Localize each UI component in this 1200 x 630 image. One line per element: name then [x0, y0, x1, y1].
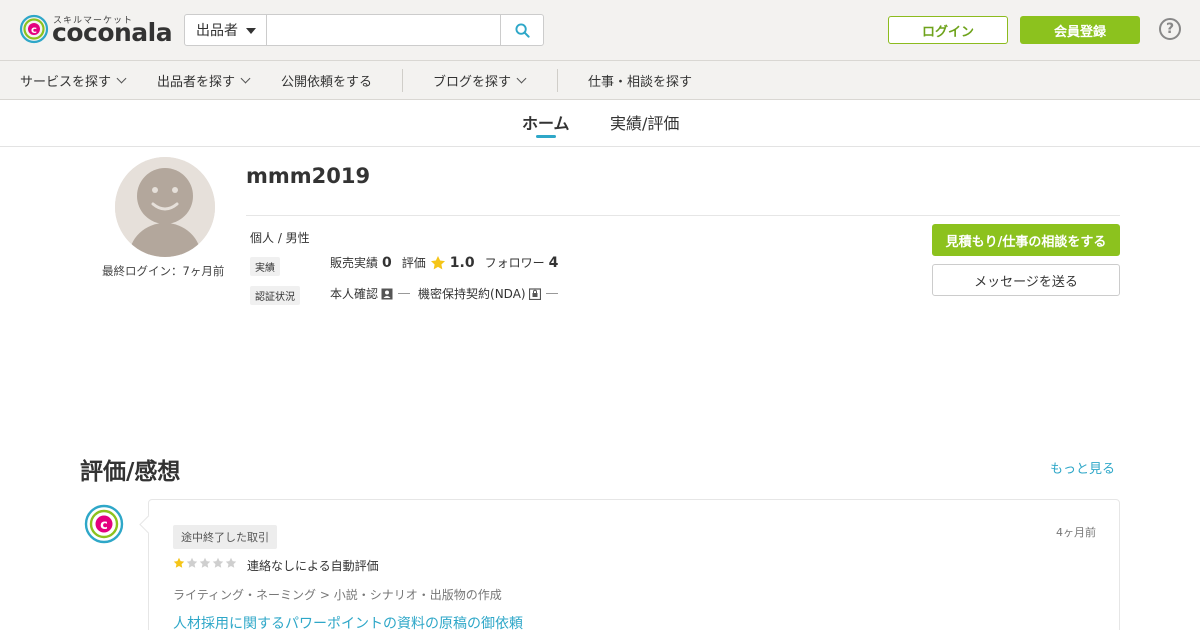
login-button[interactable]: ログイン	[888, 16, 1008, 44]
id-card-icon	[381, 288, 393, 299]
nav-item-jobs[interactable]: 仕事・相談を探す	[588, 61, 692, 100]
star-empty-icon	[199, 557, 211, 568]
last-login: 最終ログイン：7ヶ月前	[102, 264, 225, 278]
svg-text:c: c	[31, 25, 37, 36]
send-message-button[interactable]: メッセージを送る	[932, 264, 1120, 296]
lock-icon	[528, 287, 541, 300]
search-icon	[514, 22, 530, 38]
nav-item-sellers[interactable]: 出品者を探す	[157, 61, 251, 100]
reviewer-logo-icon: c	[84, 504, 124, 544]
rating-value: 1.0	[449, 254, 475, 271]
chevron-down-icon	[240, 73, 251, 84]
site-header: c スキルマーケット coconala 出品者 ログイン 会員登録 ?	[0, 0, 1200, 61]
review-card: 途中終了した取引 4ヶ月前 連絡なしによる自動評価 ライティング・ネーミング >…	[148, 499, 1120, 630]
more-reviews-link[interactable]: もっと見る	[1050, 458, 1115, 477]
verification-status: 本人確認 機密保持契約(NDA)	[330, 285, 566, 302]
chevron-down-icon	[516, 73, 527, 84]
tab-home[interactable]: ホーム	[522, 110, 570, 134]
identity-label: 本人確認	[330, 287, 379, 301]
profile-stats: 販売実績 0 評価 1.0 フォロワー 4	[330, 254, 568, 271]
identity-status-dash	[398, 292, 411, 295]
reviews-section-title: 評価/感想	[80, 459, 181, 485]
review-text: 連絡なしによる自動評価	[247, 559, 379, 573]
rating-label: 評価	[401, 256, 426, 270]
search-category-select[interactable]: 出品者	[185, 15, 267, 45]
tab-achievements[interactable]: 実績/評価	[610, 110, 679, 134]
search-input[interactable]	[267, 15, 501, 45]
profile-divider	[246, 215, 1120, 216]
quote-request-button[interactable]: 見積もり/仕事の相談をする	[932, 224, 1120, 256]
nav-item-label: サービスを探す	[20, 75, 112, 90]
search-bar: 出品者	[184, 14, 544, 46]
nav-item-label: 出品者を探す	[157, 75, 236, 90]
achievements-badge: 実績	[250, 257, 280, 276]
nda-label: 機密保持契約(NDA)	[418, 287, 526, 301]
star-empty-icon	[186, 557, 198, 568]
search-category-value: 出品者	[196, 23, 238, 39]
search-button[interactable]	[500, 15, 543, 45]
logo-wordmark: coconala	[52, 18, 173, 47]
verification-badge: 認証状況	[250, 286, 300, 305]
avatar-placeholder-icon	[115, 157, 215, 257]
nav-item-label: ブログを探す	[433, 75, 512, 90]
review-date: 4ヶ月前	[1056, 526, 1096, 539]
nav-item-public-request[interactable]: 公開依頼をする	[281, 61, 372, 100]
followers-value: 4	[548, 254, 559, 271]
nav-item-services[interactable]: サービスを探す	[20, 61, 127, 100]
star-empty-icon	[225, 557, 237, 568]
help-icon[interactable]: ?	[1159, 18, 1181, 40]
transaction-status-tag: 途中終了した取引	[173, 525, 277, 549]
star-filled-icon	[173, 557, 185, 568]
profile-tabs: ホーム 実績/評価	[0, 100, 1200, 147]
register-button[interactable]: 会員登録	[1020, 16, 1140, 44]
svg-text:c: c	[100, 518, 108, 533]
review-category: ライティング・ネーミング > 小説・シナリオ・出版物の作成	[173, 588, 502, 602]
main-nav: サービスを探す 出品者を探す 公開依頼をする ブログを探す 仕事・相談を探す	[0, 61, 1200, 100]
followers-label: フォロワー	[484, 256, 545, 270]
active-tab-indicator	[536, 135, 556, 138]
nav-divider	[402, 69, 403, 92]
review-service-link[interactable]: 人材採用に関するパワーポイントの資料の原稿の御依頼	[173, 613, 523, 630]
chevron-down-icon	[116, 73, 127, 84]
nda-status-dash	[545, 292, 558, 295]
username: mmm2019	[246, 164, 371, 188]
star-icon	[430, 255, 445, 269]
sales-label: 販売実績	[330, 256, 379, 270]
nav-item-label: 仕事・相談を探す	[588, 75, 693, 90]
sales-value: 0	[382, 254, 392, 271]
nav-item-label: 公開依頼をする	[281, 75, 373, 90]
coconala-logo[interactable]: c スキルマーケット coconala	[19, 12, 173, 48]
coconala-logo-icon: c	[19, 14, 49, 44]
star-rating	[173, 557, 238, 569]
nav-item-blog[interactable]: ブログを探す	[433, 61, 527, 100]
caret-down-icon	[246, 28, 256, 34]
avatar	[115, 157, 215, 257]
profile-type: 個人 / 男性	[250, 231, 310, 245]
nav-divider	[557, 69, 558, 92]
star-empty-icon	[212, 557, 224, 568]
